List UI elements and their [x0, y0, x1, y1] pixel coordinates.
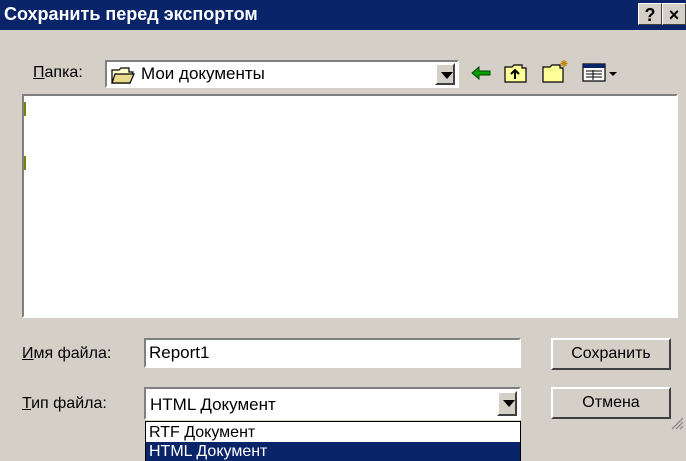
- folder-icon: [111, 65, 135, 90]
- title-bar[interactable]: Сохранить перед экспортом ? ×: [0, 0, 686, 30]
- cancel-button[interactable]: Отмена: [551, 387, 671, 419]
- filename-input[interactable]: Report1: [144, 338, 521, 368]
- back-arrow-icon[interactable]: [470, 64, 492, 87]
- filetype-value: HTML Документ: [150, 395, 276, 414]
- save-dialog: Сохранить перед экспортом ? × Папка: Мои…: [0, 0, 686, 461]
- filetype-option[interactable]: RTF Документ: [146, 423, 520, 442]
- folder-label: Папка:: [33, 64, 83, 81]
- list-marker: [24, 156, 26, 170]
- filename-label: Имя файла:: [22, 345, 112, 362]
- filetype-combo[interactable]: HTML Документ: [144, 387, 521, 420]
- new-folder-icon[interactable]: [542, 58, 570, 89]
- list-marker: [24, 102, 26, 116]
- folder-value: Мои документы: [141, 64, 265, 83]
- close-button[interactable]: ×: [662, 3, 686, 25]
- view-menu-icon[interactable]: [582, 63, 622, 88]
- up-folder-icon[interactable]: [504, 62, 528, 89]
- resize-grip[interactable]: [670, 415, 684, 430]
- filetype-options-list[interactable]: RTF Документ HTML Документ: [145, 421, 521, 461]
- dialog-title: Сохранить перед экспортом: [4, 4, 258, 24]
- file-list[interactable]: [22, 94, 678, 318]
- filetype-option-selected[interactable]: HTML Документ: [146, 442, 520, 461]
- help-button[interactable]: ?: [638, 3, 662, 25]
- folder-dropdown-button[interactable]: [435, 63, 455, 85]
- filename-value: Report1: [149, 343, 210, 362]
- folder-combo[interactable]: Мои документы: [105, 60, 459, 88]
- save-button[interactable]: Сохранить: [551, 338, 671, 370]
- filetype-label: Тип файла:: [22, 395, 107, 412]
- filetype-dropdown-button[interactable]: [497, 391, 517, 416]
